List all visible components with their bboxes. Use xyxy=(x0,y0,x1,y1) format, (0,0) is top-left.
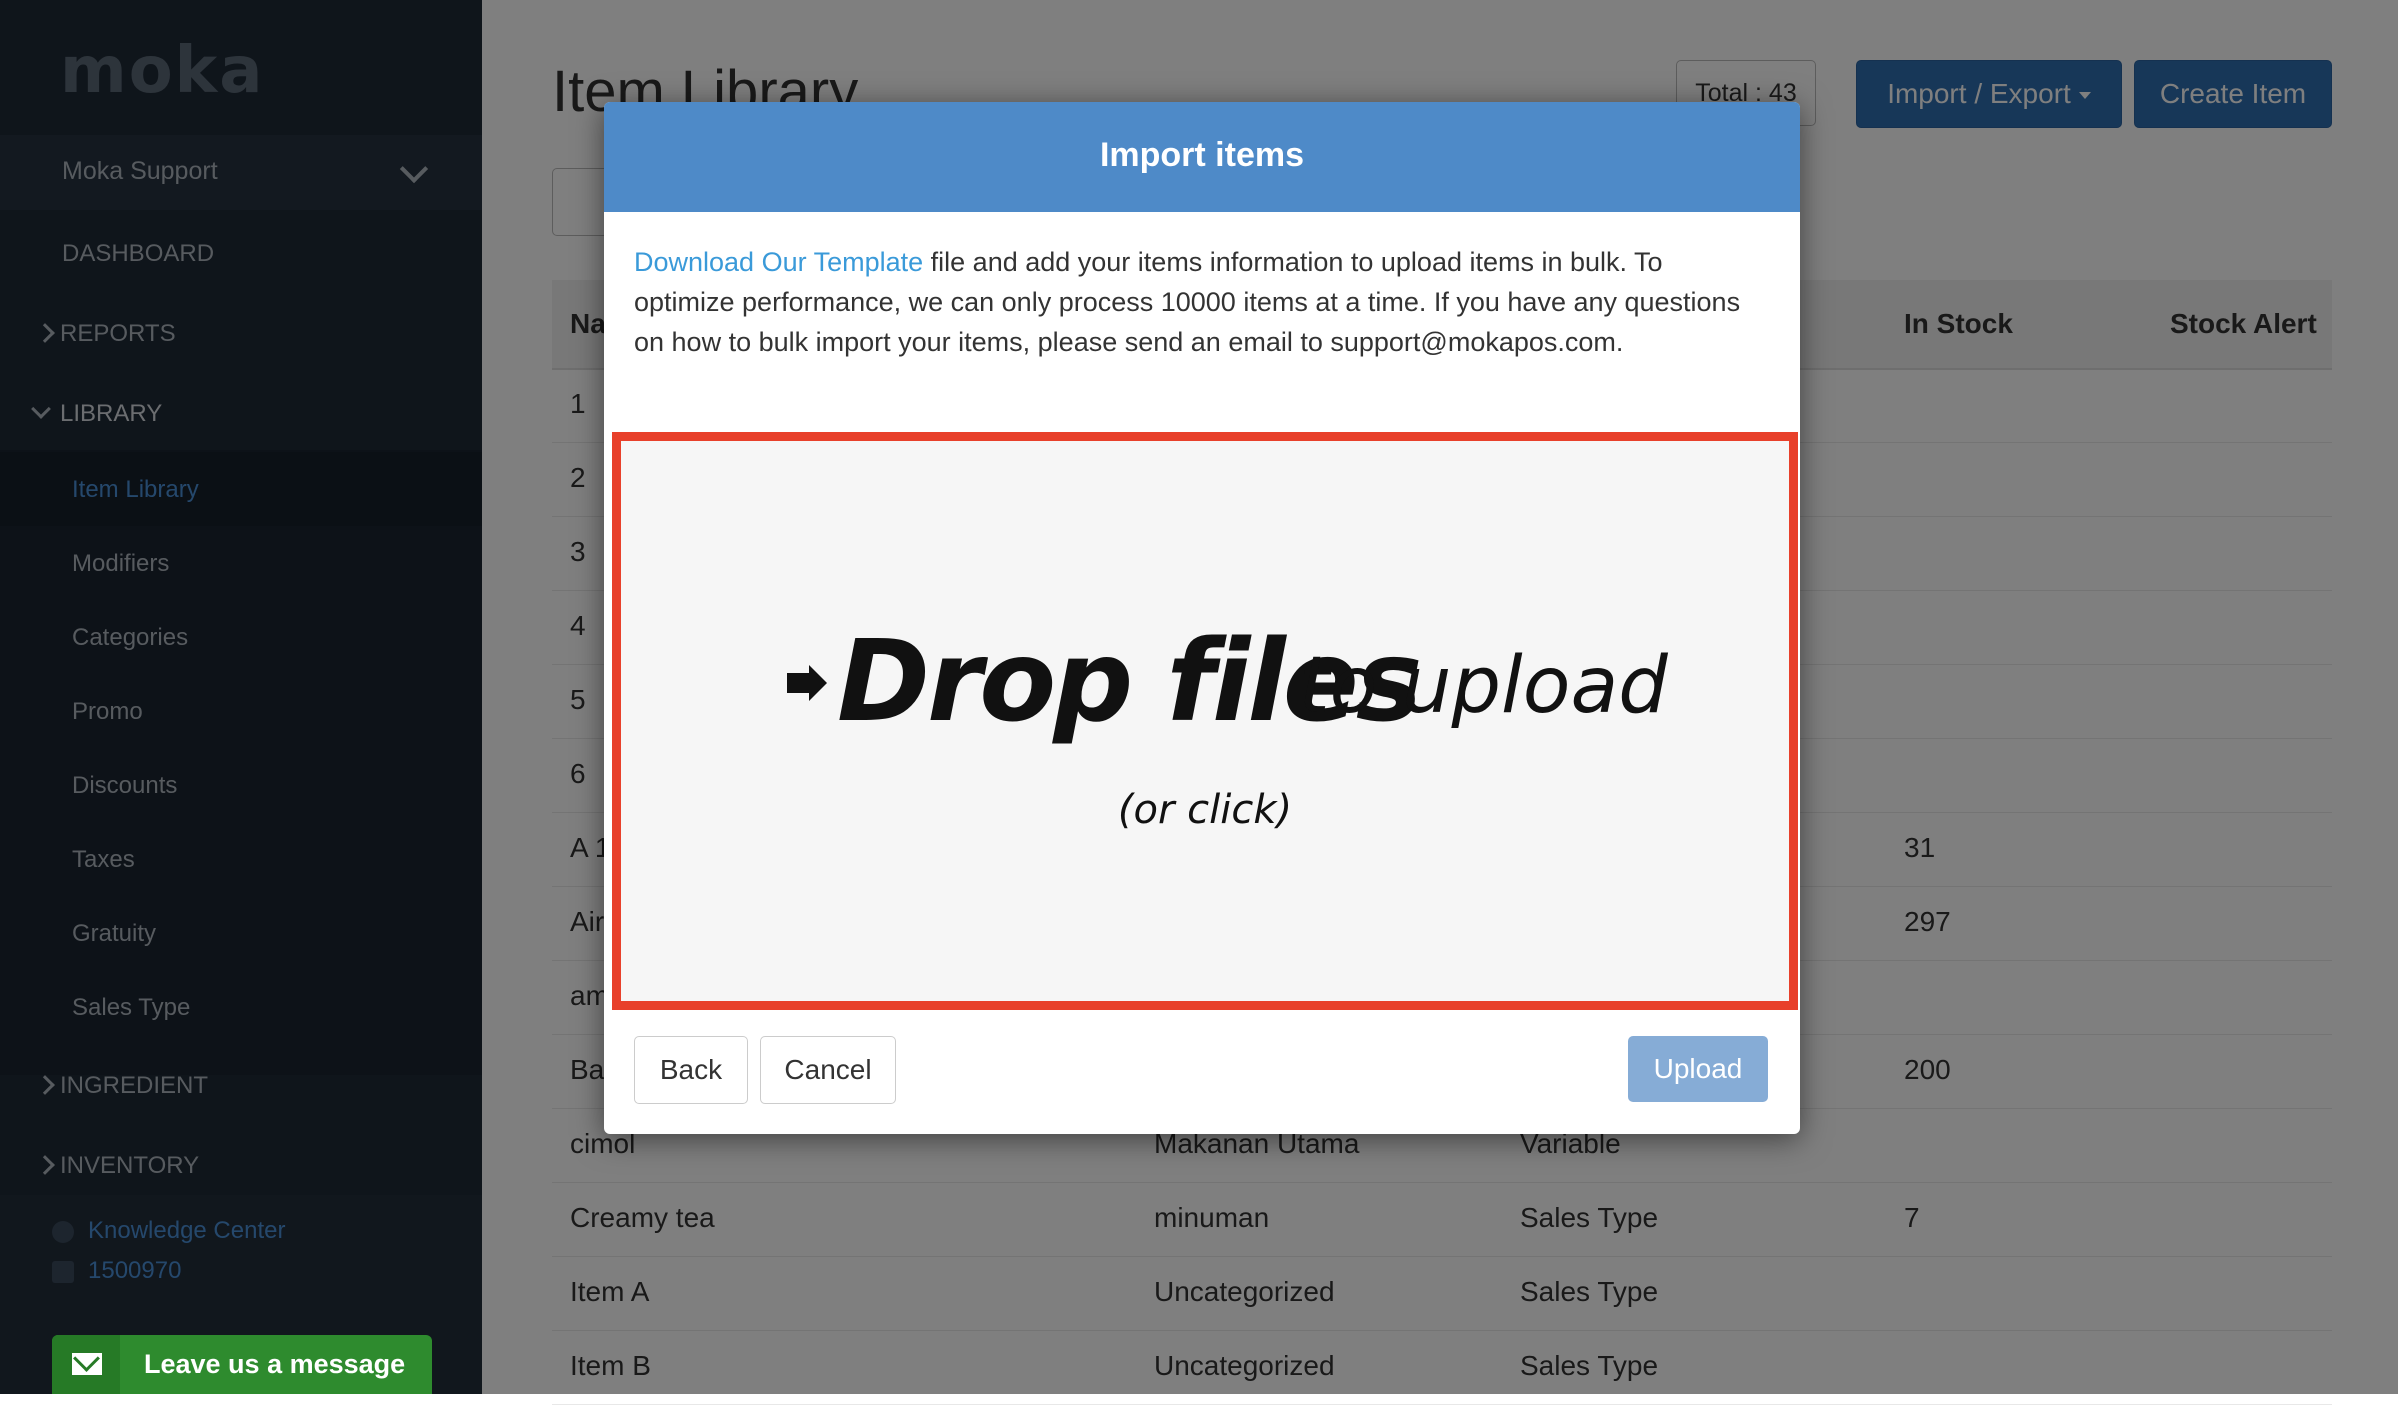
leave-message-label: Leave us a message xyxy=(144,1349,406,1379)
leave-message-button[interactable]: Leave us a message xyxy=(52,1335,432,1394)
download-template-link[interactable]: Download Our Template xyxy=(634,247,923,277)
dropzone-subtitle: (or click) xyxy=(1117,787,1293,833)
modal-instructions: Download Our Template file and add your … xyxy=(634,242,1770,362)
modal-title: Import items xyxy=(1099,136,1305,174)
file-dropzone[interactable]: Drop files to upload (or click) xyxy=(612,432,1798,1010)
envelope-icon xyxy=(72,1353,102,1375)
import-items-modal: Import items Download Our Template file … xyxy=(604,102,1800,1134)
arrow-right-icon xyxy=(787,665,827,701)
back-button[interactable]: Back xyxy=(634,1036,748,1104)
dropzone-title-light: to upload xyxy=(1299,641,1668,731)
upload-button[interactable]: Upload xyxy=(1628,1036,1768,1102)
cancel-button[interactable]: Cancel xyxy=(760,1036,896,1104)
modal-header: Import items xyxy=(604,102,1800,212)
envelope-icon-box xyxy=(52,1335,120,1394)
